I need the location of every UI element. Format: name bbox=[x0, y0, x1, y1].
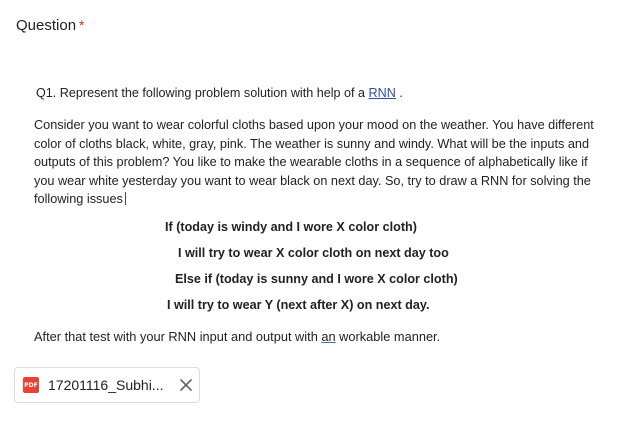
close-icon bbox=[180, 379, 192, 391]
question-closing-text: After that test with your RNN input and … bbox=[34, 329, 440, 344]
attachment-file-name[interactable]: 17201116_Subhi... bbox=[48, 377, 166, 393]
pdf-icon: PDF bbox=[23, 377, 39, 393]
rule-line-4: I will try to wear Y (next after X) on n… bbox=[167, 298, 430, 312]
title-text: Q1. Represent the following problem solu… bbox=[36, 86, 369, 100]
question-title: Q1. Represent the following problem solu… bbox=[36, 86, 403, 100]
paragraph-text: Consider you want to wear colorful cloth… bbox=[34, 118, 594, 206]
closing-text-prefix: After that test with your RNN input and … bbox=[34, 329, 322, 344]
question-image: Q1. Represent the following problem solu… bbox=[14, 72, 604, 362]
rule-line-3: Else if (today is sunny and I wore X col… bbox=[175, 272, 458, 286]
title-rnn-link: RNN bbox=[368, 86, 396, 100]
closing-text-an: an bbox=[321, 329, 336, 344]
title-suffix: . bbox=[395, 86, 403, 100]
rule-line-1: If (today is windy and I wore X color cl… bbox=[165, 220, 417, 234]
question-paragraph: Consider you want to wear colorful cloth… bbox=[34, 116, 604, 209]
question-header: Question * bbox=[16, 17, 85, 34]
required-asterisk: * bbox=[79, 17, 85, 33]
rule-line-2: I will try to wear X color cloth on next… bbox=[178, 246, 449, 260]
remove-attachment-button[interactable] bbox=[178, 377, 194, 393]
question-label: Question bbox=[16, 17, 77, 34]
closing-text-suffix: workable manner. bbox=[335, 329, 441, 344]
text-caret bbox=[124, 192, 126, 205]
file-attachment-chip[interactable]: PDF 17201116_Subhi... bbox=[14, 367, 200, 403]
